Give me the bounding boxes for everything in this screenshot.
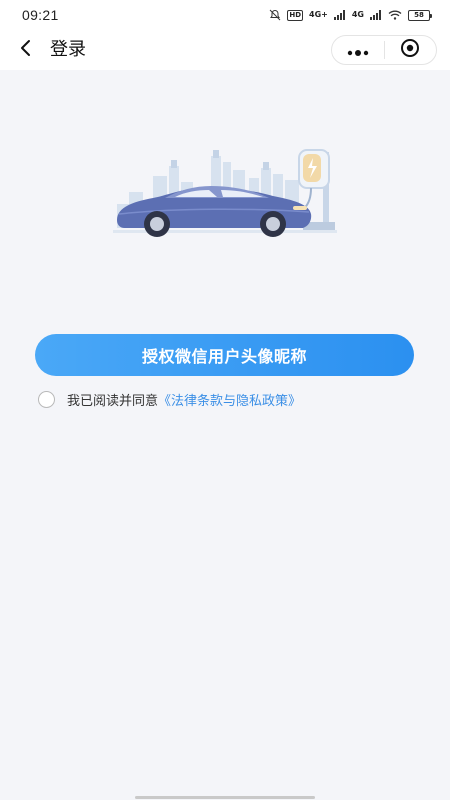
mute-icon: [269, 9, 281, 21]
home-indicator[interactable]: [135, 796, 315, 799]
nav-bar: 登录: [0, 30, 450, 70]
sim2-network-label: 4G: [351, 10, 364, 19]
close-button[interactable]: [384, 36, 436, 64]
agreement-text: 我已阅读并同意: [67, 393, 159, 409]
miniprogram-capsule: [331, 35, 437, 65]
signal-icon: [370, 10, 382, 20]
sim1-network-label: 4G+: [309, 10, 328, 19]
authorize-wechat-profile-button[interactable]: 授权微信用户头像昵称: [35, 334, 414, 376]
page-title: 登录: [50, 39, 86, 60]
hero-illustration: [113, 148, 337, 238]
signal-icon: [333, 10, 346, 20]
more-dots-icon: [347, 41, 369, 60]
electric-car-charging-illustration: [113, 149, 337, 237]
back-button[interactable]: [14, 38, 38, 62]
privacy-policy-link[interactable]: 《法律条款与隐私政策》: [158, 390, 301, 409]
battery-icon: 58: [408, 9, 432, 21]
wifi-icon: [388, 10, 402, 20]
status-time: 09:21: [22, 7, 59, 23]
status-icons: HD 4G+ 4G 58: [269, 9, 432, 21]
more-button[interactable]: [332, 36, 384, 64]
status-bar: 09:21 HD 4G+ 4G 58: [0, 0, 450, 30]
agreement-row: 我已阅读并同意 《法律条款与隐私政策》: [38, 389, 301, 409]
agreement-checkbox[interactable]: [38, 390, 55, 408]
target-close-icon: [400, 38, 420, 62]
chevron-left-icon: [19, 39, 33, 61]
hd-badge: HD: [287, 9, 304, 21]
